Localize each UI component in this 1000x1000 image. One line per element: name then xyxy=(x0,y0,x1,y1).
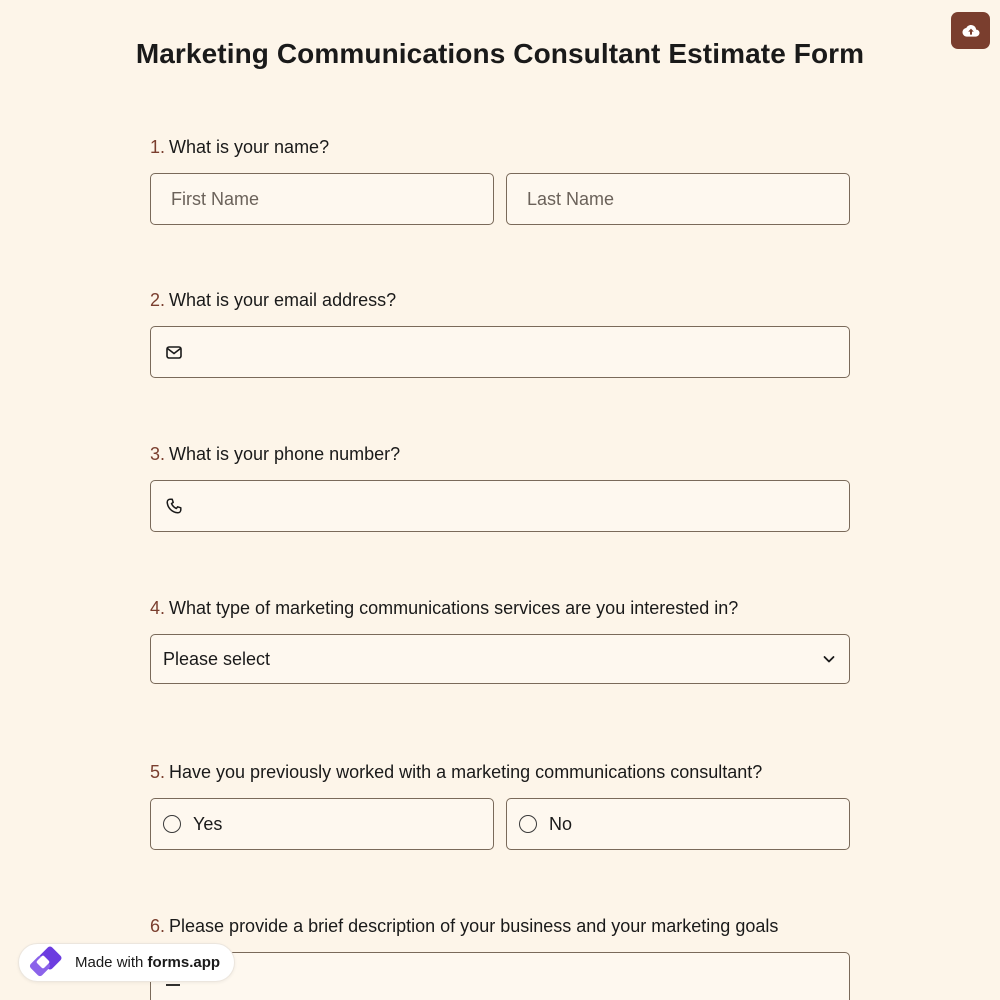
question-text: What is your phone number? xyxy=(169,444,401,464)
question-number: 3. xyxy=(150,444,166,464)
question-number: 6. xyxy=(150,916,166,936)
question-text: Have you previously worked with a market… xyxy=(169,762,763,782)
form-page: Marketing Communications Consultant Esti… xyxy=(0,0,1000,1000)
radio-label: Yes xyxy=(193,813,223,834)
question-number: 1. xyxy=(150,137,166,157)
first-name-field xyxy=(150,173,494,225)
phone-input[interactable] xyxy=(151,481,849,531)
question-number: 4. xyxy=(150,598,166,618)
question-previous-consultant: 5. Have you previously worked with a mark… xyxy=(150,760,850,850)
phone-icon xyxy=(165,497,183,515)
chevron-down-icon xyxy=(823,656,835,663)
question-text: What is your name? xyxy=(169,137,330,157)
question-email: 2. What is your email address? xyxy=(150,288,850,378)
question-number: 2. xyxy=(150,290,166,310)
radio-label: No xyxy=(549,813,573,834)
description-textarea[interactable] xyxy=(150,952,850,1000)
question-label: 3. What is your phone number? xyxy=(150,442,850,466)
forms-app-logo-icon xyxy=(29,946,62,976)
radio-circle[interactable] xyxy=(163,815,181,833)
mail-icon xyxy=(165,343,183,361)
cloud-upload-icon xyxy=(962,24,979,37)
last-name-input[interactable] xyxy=(507,174,849,224)
page-title: Marketing Communications Consultant Esti… xyxy=(135,38,865,69)
email-field xyxy=(150,326,850,378)
question-label: 5. Have you previously worked with a mark… xyxy=(150,760,850,784)
question-number: 5. xyxy=(150,762,166,782)
question-text: What is your email address? xyxy=(169,290,397,310)
question-name: 1. What is your name? xyxy=(150,135,850,225)
question-text: What type of marketing communications se… xyxy=(169,598,739,618)
email-input[interactable] xyxy=(151,327,849,377)
question-phone: 3. What is your phone number? xyxy=(150,442,850,532)
radio-option-yes[interactable]: Yes xyxy=(150,798,494,850)
last-name-field xyxy=(506,173,850,225)
phone-field xyxy=(150,480,850,532)
made-with-badge[interactable]: Made with forms.app xyxy=(18,943,236,982)
first-name-input[interactable] xyxy=(151,174,493,224)
question-service-type: 4. What type of marketing communications … xyxy=(150,596,850,684)
question-label: 1. What is your name? xyxy=(150,135,850,159)
select-value: Please select xyxy=(163,648,271,669)
question-label: 4. What type of marketing communications … xyxy=(150,596,850,620)
question-business-description: 6. Please provide a brief description of … xyxy=(150,914,850,1000)
radio-circle[interactable] xyxy=(519,815,537,833)
badge-prefix: Made with xyxy=(75,954,144,971)
badge-brand: forms.app xyxy=(147,954,221,971)
service-type-select[interactable]: Please select xyxy=(150,634,850,684)
radio-option-no[interactable]: No xyxy=(506,798,850,850)
badge-text: Made with forms.app xyxy=(75,954,220,971)
question-label: 6. Please provide a brief description of … xyxy=(150,914,850,938)
question-label: 2. What is your email address? xyxy=(150,288,850,312)
question-text: Please provide a brief description of yo… xyxy=(169,916,779,936)
